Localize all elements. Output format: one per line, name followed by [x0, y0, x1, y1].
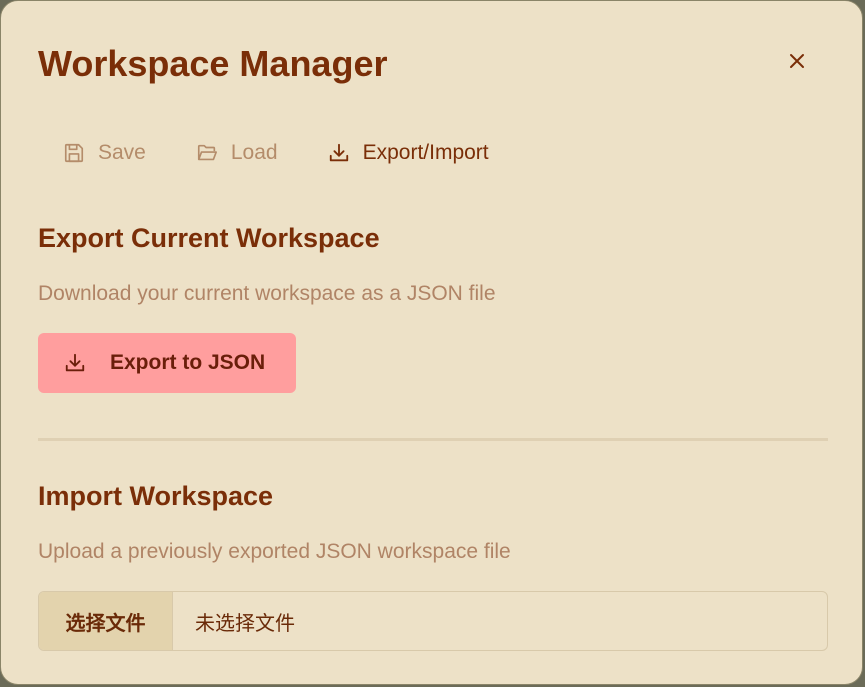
download-icon — [328, 142, 350, 164]
import-section-description: Upload a previously exported JSON worksp… — [38, 540, 511, 563]
import-section-title: Import Workspace — [38, 481, 274, 511]
save-icon — [63, 142, 85, 164]
section-divider — [38, 438, 828, 441]
folder-open-icon — [196, 142, 218, 164]
close-icon — [788, 52, 806, 75]
tab-export-import-label: Export/Import — [362, 141, 489, 164]
dialog-title: Workspace Manager — [38, 43, 388, 84]
tab-export-import[interactable]: Export/Import — [316, 133, 501, 173]
download-icon — [64, 352, 86, 374]
file-status-text: 未选择文件 — [195, 612, 295, 635]
tab-load[interactable]: Load — [184, 133, 290, 173]
export-section-title: Export Current Workspace — [38, 223, 380, 253]
choose-file-button[interactable]: 选择文件 — [39, 592, 173, 650]
workspace-manager-dialog: Workspace Manager Save Load Export/Impor… — [0, 0, 863, 685]
export-to-json-button[interactable]: Export to JSON — [38, 333, 296, 393]
export-section-description: Download your current workspace as a JSO… — [38, 282, 496, 305]
close-button[interactable] — [781, 47, 813, 79]
tab-bar: Save Load Export/Import — [51, 133, 527, 173]
tab-load-label: Load — [230, 141, 278, 164]
export-button-label: Export to JSON — [110, 351, 266, 374]
tab-save[interactable]: Save — [51, 133, 158, 173]
tab-save-label: Save — [98, 141, 146, 164]
file-input[interactable]: 选择文件 未选择文件 — [38, 591, 828, 651]
